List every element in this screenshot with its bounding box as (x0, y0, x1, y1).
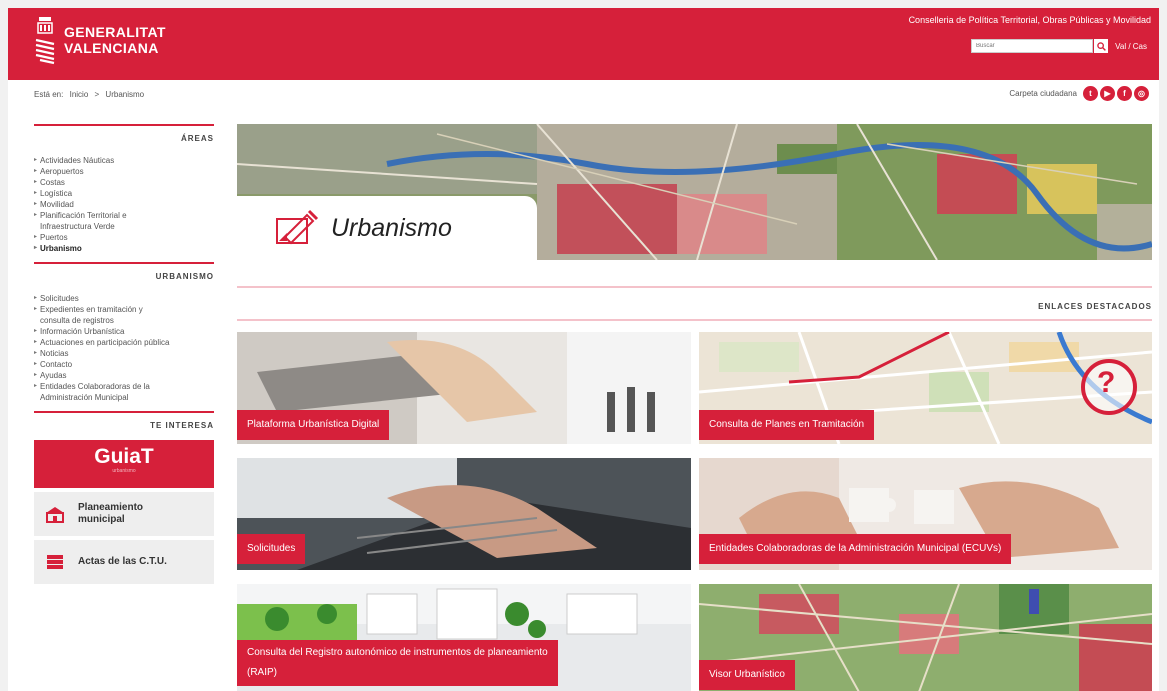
tile-label: Entidades Colaboradoras de la Administra… (699, 534, 1012, 564)
guiat-subtitle: urbanismo (112, 468, 136, 474)
search-icon (1096, 41, 1106, 51)
sidebar-item-expedientes-cont[interactable]: consulta de registros (34, 315, 214, 326)
banner-title-box: Urbanismo (237, 196, 537, 260)
gva-logo[interactable]: GENERALITAT VALENCIANA (34, 14, 166, 66)
planeamiento-municipal-link[interactable]: Planeamiento municipal (34, 492, 214, 536)
sidebar-item-entidades-cont[interactable]: Administración Municipal (34, 392, 214, 403)
breadcrumb-home-link[interactable]: Inicio (70, 90, 89, 99)
building-icon (46, 507, 64, 523)
featured-links-grid: Plataforma Urbanística Digital ? Consult… (237, 332, 1152, 691)
tile-plataforma-urbanistica[interactable]: Plataforma Urbanística Digital (237, 332, 691, 444)
sidebar-item-actividades-nauticas[interactable]: Actividades Náuticas (34, 155, 214, 166)
tile-entidades-colaboradoras[interactable]: Entidades Colaboradoras de la Administra… (699, 458, 1152, 570)
sidebar-item-puertos[interactable]: Puertos (34, 232, 214, 243)
tile-label-line-1: Consulta del Registro autonómico de inst… (247, 647, 548, 658)
actas-label: Actas de las C.T.U. (78, 556, 167, 567)
tile-label: Plataforma Urbanística Digital (237, 410, 390, 440)
facebook-icon[interactable]: f (1117, 86, 1132, 101)
sidebar-item-movilidad[interactable]: Movilidad (34, 199, 214, 210)
breadcrumb: Está en: Inicio > Urbanismo (34, 90, 148, 99)
sidebar: ÁREAS Actividades Náuticas Aeropuertos C… (34, 124, 214, 584)
sidebar-item-costas[interactable]: Costas (34, 177, 214, 188)
page-title: Urbanismo (331, 213, 452, 242)
utility-bar: Está en: Inicio > Urbanismo Carpeta ciud… (8, 80, 1159, 110)
tile-registro-raip[interactable]: Consulta del Registro autonómico de inst… (237, 584, 691, 691)
sidebar-item-planificacion-cont[interactable]: Infraestructura Verde (34, 221, 214, 232)
help-badge-icon: ? (1097, 366, 1116, 399)
sidebar-item-planificacion[interactable]: Planificación Territorial e (34, 210, 214, 221)
sidebar-item-noticias[interactable]: Noticias (34, 348, 214, 359)
department-name[interactable]: Conselleria de Política Territorial, Obr… (909, 15, 1151, 25)
site-header: GENERALITAT VALENCIANA Conselleria de Po… (8, 8, 1159, 80)
gva-emblem-icon (35, 17, 55, 65)
breadcrumb-prefix: Está en: (34, 90, 64, 99)
logo-line-2: VALENCIANA (64, 40, 159, 56)
planeamiento-label-1: Planeamiento (78, 502, 144, 513)
actas-ctu-link[interactable]: Actas de las C.T.U. (34, 540, 214, 584)
guiat-banner[interactable]: GuiaT urbanismo (34, 440, 214, 488)
sidebar-item-contacto[interactable]: Contacto (34, 359, 214, 370)
tile-label: Consulta de Planes en Tramitación (699, 410, 875, 440)
sidebar-item-informacion[interactable]: Información Urbanística (34, 326, 214, 337)
logo-line-1: GENERALITAT (64, 24, 166, 40)
urbanismo-list: Solicitudes Expedientes en tramitación y… (34, 287, 214, 411)
tile-consulta-planes[interactable]: ? Consulta de Planes en Tramitación (699, 332, 1152, 444)
sidebar-item-urbanismo[interactable]: Urbanismo (34, 243, 214, 254)
sidebar-item-entidades[interactable]: Entidades Colaboradoras de la (34, 381, 214, 392)
te-interesa-heading: TE INTERESA (34, 411, 214, 436)
sidebar-item-ayudas[interactable]: Ayudas (34, 370, 214, 381)
guiat-title: GuiaT (94, 445, 154, 468)
carpeta-ciudadana-link[interactable]: Carpeta ciudadana (1009, 89, 1077, 98)
social-links: t ▶ f ◎ (1083, 86, 1149, 101)
urbanismo-ruler-icon (276, 209, 319, 245)
breadcrumb-current: Urbanismo (105, 90, 145, 99)
main-content: Urbanismo ENLACES DESTACADOS Plataforma … (237, 124, 1152, 691)
tile-solicitudes[interactable]: Solicitudes (237, 458, 691, 570)
search-button[interactable] (1094, 39, 1108, 53)
planeamiento-label-2: municipal (78, 514, 125, 525)
sidebar-item-expedientes[interactable]: Expedientes en tramitación y (34, 304, 214, 315)
areas-list: Actividades Náuticas Aeropuertos Costas … (34, 149, 214, 262)
instagram-icon[interactable]: ◎ (1134, 86, 1149, 101)
sidebar-item-solicitudes[interactable]: Solicitudes (34, 293, 214, 304)
urbanismo-heading: URBANISMO (34, 262, 214, 287)
page-content: ÁREAS Actividades Náuticas Aeropuertos C… (8, 110, 1159, 691)
enlaces-destacados-heading: ENLACES DESTACADOS (1038, 302, 1152, 311)
tile-visor-urbanistico[interactable]: Visor Urbanístico (699, 584, 1152, 691)
tile-label-line-2: (RAIP) (247, 667, 277, 678)
language-switch[interactable]: Val / Cas (1115, 42, 1147, 51)
sidebar-item-aeropuertos[interactable]: Aeropuertos (34, 166, 214, 177)
breadcrumb-separator: > (94, 90, 100, 99)
tile-label: Solicitudes (237, 534, 306, 564)
sidebar-item-logistica[interactable]: Logística (34, 188, 214, 199)
tile-label: Visor Urbanístico (699, 660, 795, 690)
sidebar-item-actuaciones[interactable]: Actuaciones en participación pública (34, 337, 214, 348)
documents-icon (47, 555, 63, 569)
twitter-icon[interactable]: t (1083, 86, 1098, 101)
youtube-icon[interactable]: ▶ (1100, 86, 1115, 101)
search-input[interactable] (971, 39, 1093, 53)
tile-label: Consulta del Registro autonómico de inst… (237, 640, 558, 686)
urbanismo-banner: Urbanismo (237, 124, 1152, 260)
areas-heading: ÁREAS (34, 124, 214, 149)
divider (237, 319, 1152, 321)
